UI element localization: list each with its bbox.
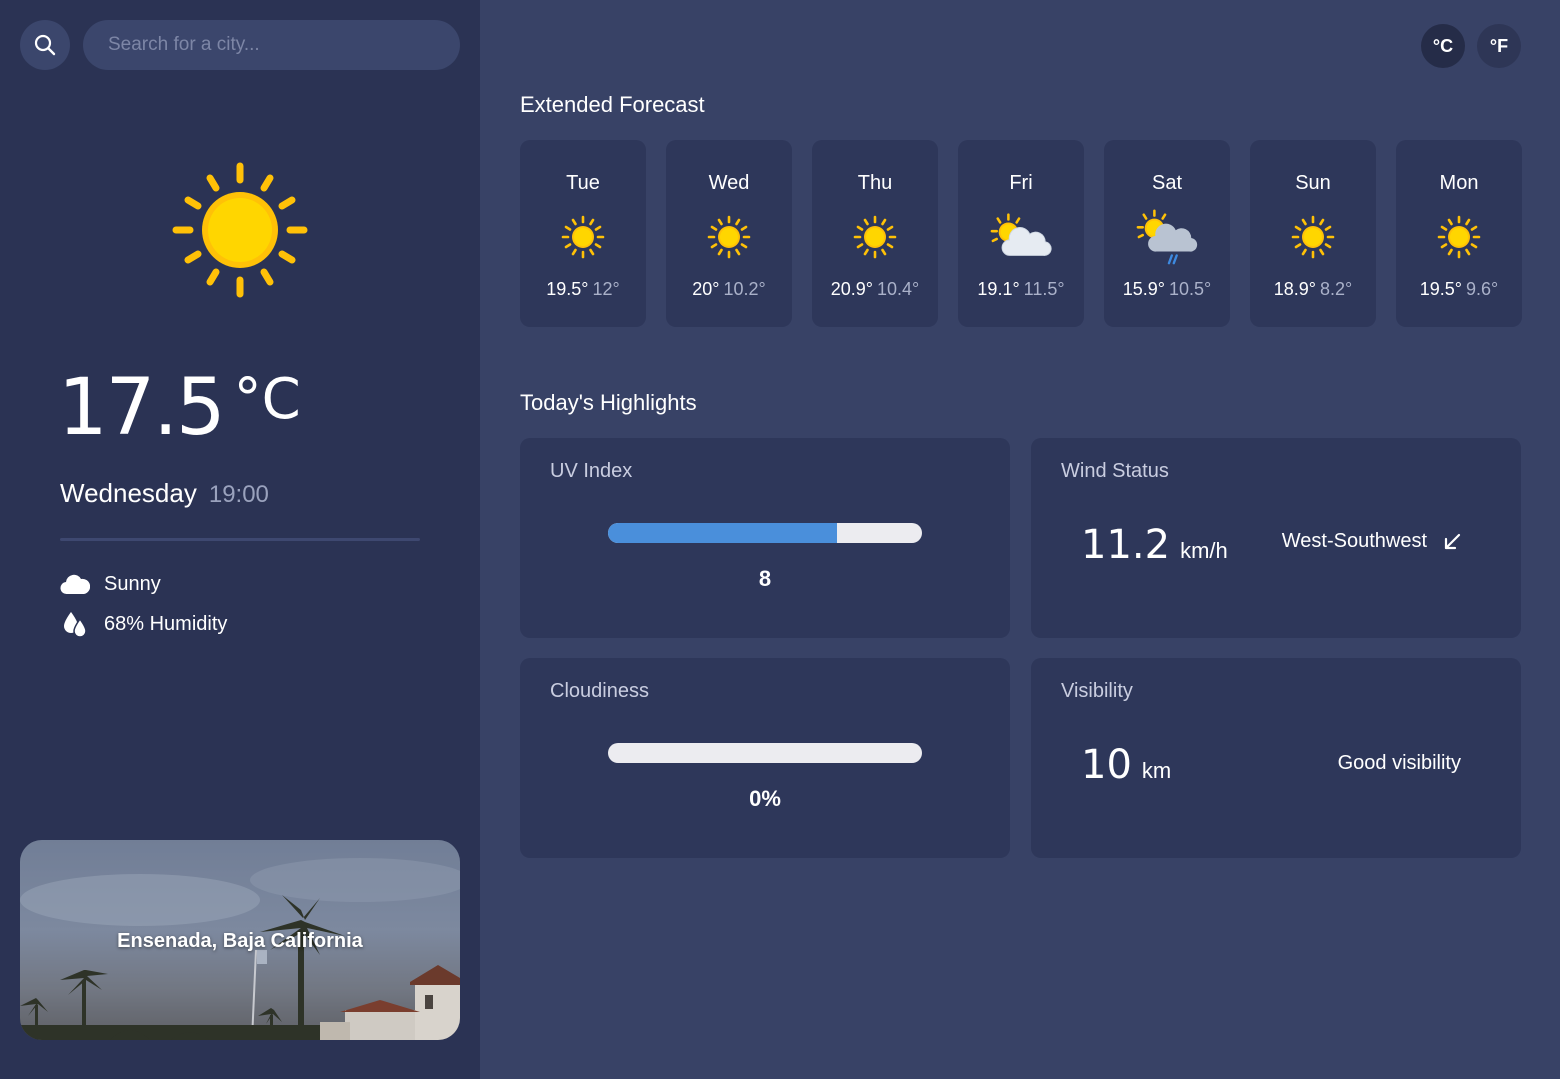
visibility-value: 10 [1081, 742, 1132, 788]
celsius-button[interactable]: °C [1421, 24, 1465, 68]
forecast-card: Wed 20° 10.2° [666, 140, 792, 327]
forecast-day: Sun [1295, 172, 1331, 194]
wind-speed-unit: km/h [1180, 538, 1228, 563]
forecast-min: 10.4° [877, 279, 920, 299]
wind-status-label: Wind Status [1061, 460, 1169, 482]
forecast-temps: 19.5° 12° [546, 279, 619, 300]
forecast-min: 10.2° [723, 279, 766, 299]
forecast-title: Extended Forecast [520, 92, 705, 117]
forecast-min: 8.2° [1320, 279, 1353, 299]
forecast-max: 19.1° [977, 279, 1020, 299]
uv-index-bar [608, 523, 922, 543]
wind-status-card: Wind Status 11.2 km/h West-Southwest [1031, 438, 1521, 638]
humidity-text: 68% Humidity [104, 612, 228, 635]
arrow-down-left-icon [1444, 533, 1461, 549]
forecast-day: Thu [857, 172, 893, 194]
forecast-temps: 19.1° 11.5° [977, 279, 1064, 300]
visibility-description: Good visibility [1337, 752, 1461, 774]
cloudiness-value: 0% [749, 786, 781, 811]
cloudiness-label: Cloudiness [550, 680, 649, 702]
forecast-day: Sat [1151, 172, 1183, 194]
wind-direction: West-Southwest [1282, 530, 1461, 553]
forecast-temps: 15.9° 10.5° [1123, 279, 1211, 300]
temperature-unit: °C [233, 367, 301, 432]
sun-icon [1427, 209, 1491, 265]
current-temperature: 17.5 °C [58, 360, 301, 456]
sun-icon [843, 209, 907, 265]
forecast-temps: 18.9° 8.2° [1274, 279, 1352, 300]
highlights-title: Today's Highlights [520, 390, 697, 415]
search-input[interactable] [83, 20, 460, 70]
forecast-min: 11.5° [1023, 279, 1065, 299]
uv-index-label: UV Index [550, 460, 633, 482]
forecast-temps: 20° 10.2° [692, 279, 765, 300]
visibility-label: Visibility [1061, 680, 1133, 702]
uv-index-card: UV Index 8 [520, 438, 1010, 638]
forecast-card: Sat 15.9° 10.5° [1104, 140, 1230, 327]
visibility-unit: km [1141, 758, 1172, 783]
visibility-card: Visibility 10 km Good visibility [1031, 658, 1521, 858]
uv-index-value: 8 [758, 566, 772, 591]
forecast-min: 10.5° [1169, 279, 1212, 299]
visibility-distance: 10 km [1081, 742, 1171, 788]
forecast-day: Mon [1439, 172, 1479, 194]
sun-icon [1281, 209, 1345, 265]
condition-text: Sunny [104, 572, 161, 595]
cloudiness-bar [608, 743, 922, 763]
sun-icon [697, 209, 761, 265]
cloud-rain-sun-icon [1135, 209, 1199, 265]
temperature-value: 17.5 [58, 363, 226, 453]
forecast-max: 20.9° [830, 279, 873, 299]
forecast-card: Mon 19.5° 9.6° [1396, 140, 1522, 327]
forecast-max: 20° [692, 279, 720, 299]
sidebar: 17.5 °C Wednesday 19:00 Sunny 68% Humidi… [0, 0, 480, 1079]
forecast-max: 19.5° [1419, 279, 1462, 299]
sun-icon [551, 209, 615, 265]
forecast-day: Wed [708, 172, 750, 194]
search-icon [34, 34, 56, 56]
sidebar-divider [60, 538, 420, 541]
uv-index-bar-fill [608, 523, 838, 543]
partly-cloudy-icon [989, 209, 1053, 265]
search-button[interactable] [20, 20, 70, 70]
forecast-min: 12° [592, 279, 620, 299]
droplets-icon [60, 610, 90, 638]
forecast-min: 9.6° [1466, 279, 1499, 299]
forecast-list: Tue 19.5° 12° Wed 20° 10.2° Thu 20.9° 10.4°… [520, 140, 1522, 327]
forecast-day: Fri [1009, 172, 1033, 194]
wind-direction-text: West-Southwest [1281, 530, 1427, 552]
cloudiness-card: Cloudiness 0% [520, 658, 1010, 858]
wind-speed-value: 11.2 [1081, 522, 1171, 568]
condition-row: Sunny [60, 570, 161, 598]
forecast-card: Tue 19.5° 12° [520, 140, 646, 327]
forecast-card: Sun 18.9° 8.2° [1250, 140, 1376, 327]
forecast-max: 15.9° [1122, 279, 1165, 299]
current-time: 19:00 [208, 481, 269, 508]
forecast-max: 18.9° [1273, 279, 1316, 299]
sun-icon [172, 162, 308, 298]
wind-speed: 11.2 km/h [1081, 522, 1228, 568]
forecast-card: Fri 19.1° 11.5° [958, 140, 1084, 327]
forecast-max: 19.5° [546, 279, 589, 299]
fahrenheit-button[interactable]: °F [1477, 24, 1521, 68]
current-datetime: Wednesday 19:00 [60, 478, 269, 509]
current-day: Wednesday [60, 478, 197, 508]
forecast-temps: 19.5° 9.6° [1420, 279, 1498, 300]
forecast-card: Thu 20.9° 10.4° [812, 140, 938, 327]
humidity-row: 68% Humidity [60, 610, 227, 638]
location-card: Ensenada, Baja California [20, 840, 460, 1040]
location-name: Ensenada, Baja California [117, 930, 363, 952]
cloud-icon [60, 570, 90, 598]
forecast-temps: 20.9° 10.4° [831, 279, 919, 300]
forecast-day: Tue [566, 172, 600, 194]
